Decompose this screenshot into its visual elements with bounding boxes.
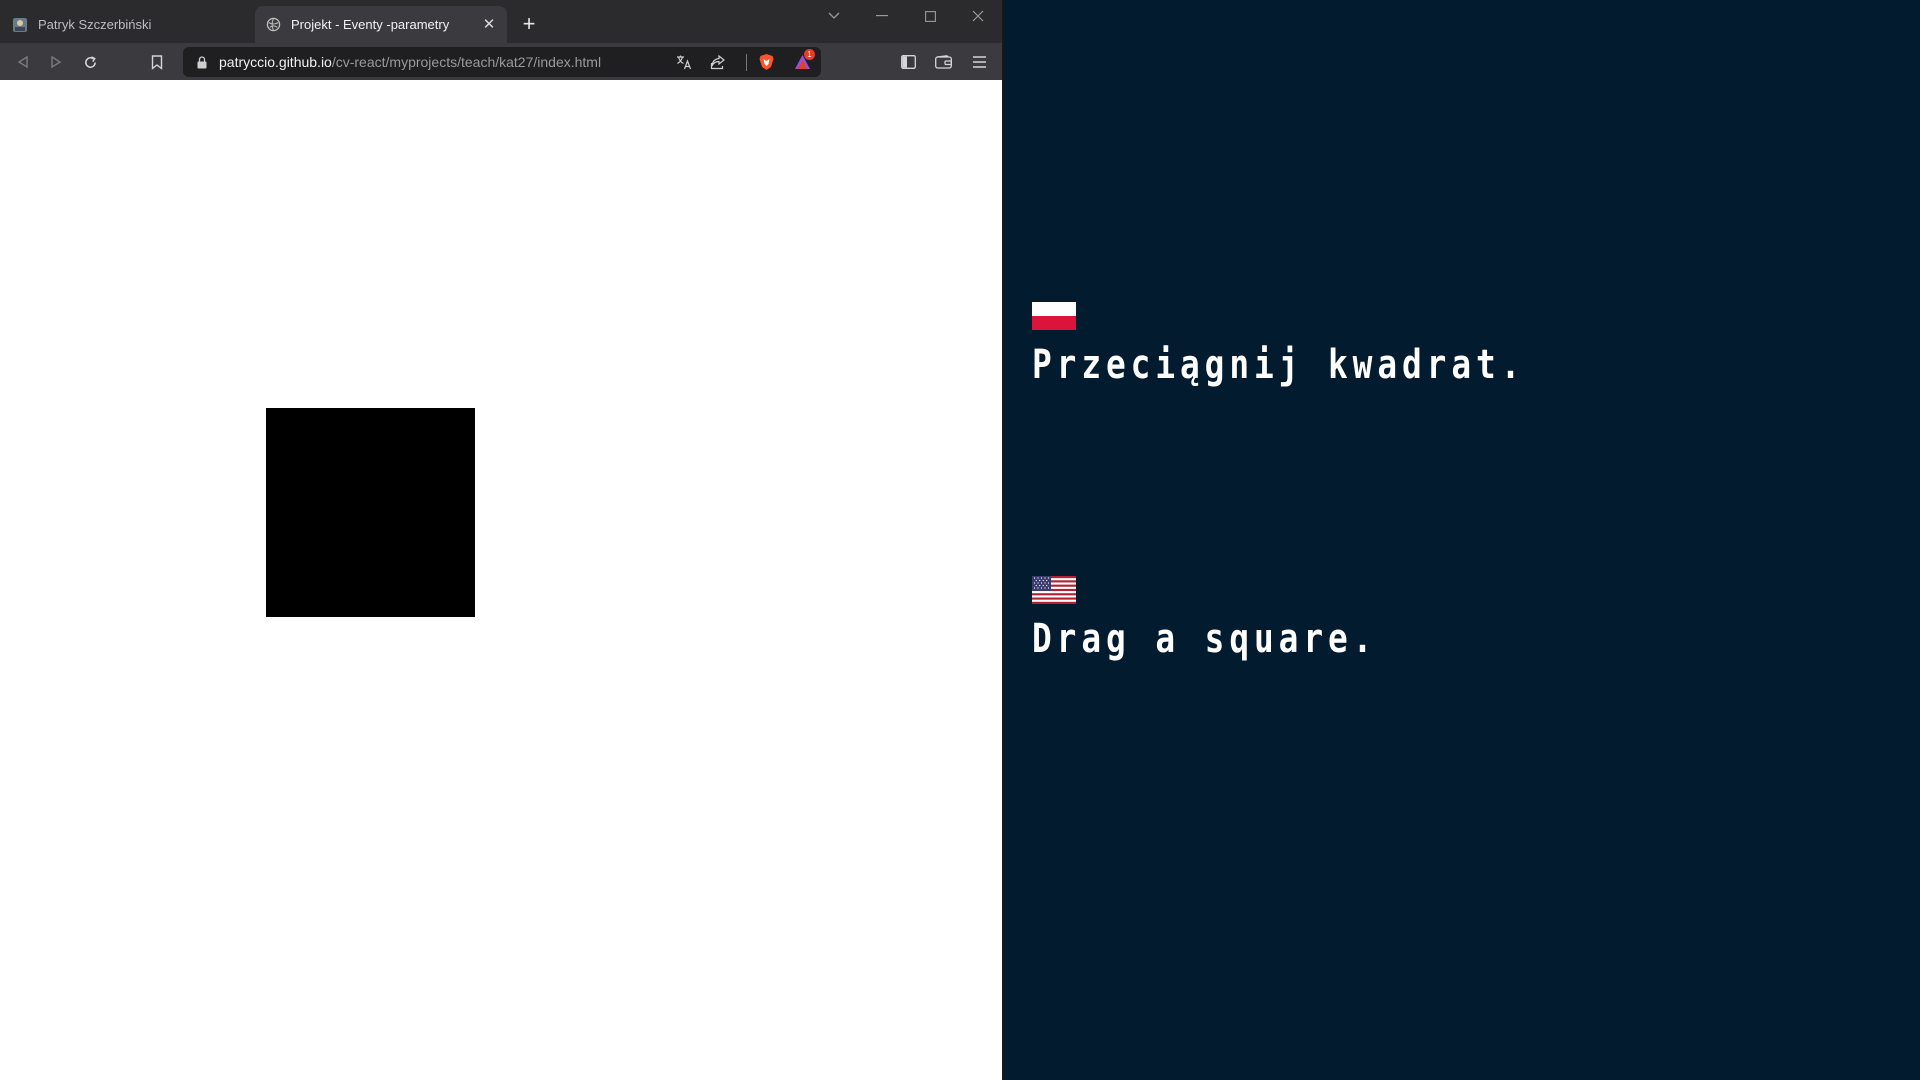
tab-strip: Patryk Szczerbiński Projekt - Eventy -pa…: [0, 0, 1002, 49]
menu-icon[interactable]: [968, 51, 990, 73]
toolbar-divider: [746, 54, 747, 71]
tab-title: Patryk Szczerbiński: [38, 17, 152, 32]
address-bar[interactable]: patryccio.github.io/cv-react/myprojects/…: [183, 47, 821, 77]
new-tab-icon[interactable]: +: [518, 13, 540, 35]
url-path: /cv-react/myprojects/teach/kat27/index.h…: [331, 54, 602, 70]
draggable-square[interactable]: [266, 408, 475, 617]
sidebar-toggle-icon[interactable]: [897, 51, 919, 73]
url-text[interactable]: patryccio.github.io/cv-react/myprojects/…: [219, 54, 601, 70]
instruction-english: Drag a square.: [1032, 616, 1378, 662]
close-tab-icon[interactable]: ✕: [481, 16, 497, 33]
lock-icon[interactable]: [195, 55, 209, 69]
site-favicon-icon: [12, 17, 28, 33]
instruction-polish: Przeciągnij kwadrat.: [1032, 342, 1526, 388]
wallet-icon[interactable]: [932, 51, 954, 73]
close-window-icon[interactable]: [964, 6, 992, 26]
tab-title: Projekt - Eventy -parametry: [291, 17, 450, 32]
maximize-icon[interactable]: [916, 6, 944, 26]
notification-badge: 1: [804, 49, 815, 60]
globe-icon: [265, 17, 281, 33]
browser-toolbar: patryccio.github.io/cv-react/myprojects/…: [0, 43, 1002, 81]
bookmark-icon[interactable]: [146, 51, 168, 73]
reload-icon[interactable]: [79, 51, 101, 73]
forward-icon[interactable]: [45, 51, 67, 73]
brave-shields-icon[interactable]: [756, 52, 776, 72]
tab-patryk[interactable]: Patryk Szczerbiński: [0, 6, 252, 43]
tab-projekt[interactable]: Projekt - Eventy -parametry ✕: [255, 6, 507, 43]
poland-flag-icon: [1032, 302, 1076, 330]
brave-rewards-icon[interactable]: 1: [792, 49, 815, 72]
minimize-icon[interactable]: [868, 6, 896, 26]
usa-flag-icon: [1032, 576, 1076, 604]
page-viewport: [0, 80, 1002, 1080]
translate-icon[interactable]: [674, 52, 694, 72]
share-icon[interactable]: [708, 52, 728, 72]
instruction-panel: Przeciągnij kwadrat. Drag a square.: [1003, 0, 1920, 1080]
url-host: patryccio.github.io: [219, 54, 332, 70]
tab-search-chevron-icon[interactable]: [820, 6, 848, 26]
back-icon[interactable]: [12, 51, 34, 73]
browser-window: Patryk Szczerbiński Projekt - Eventy -pa…: [0, 0, 1003, 1080]
